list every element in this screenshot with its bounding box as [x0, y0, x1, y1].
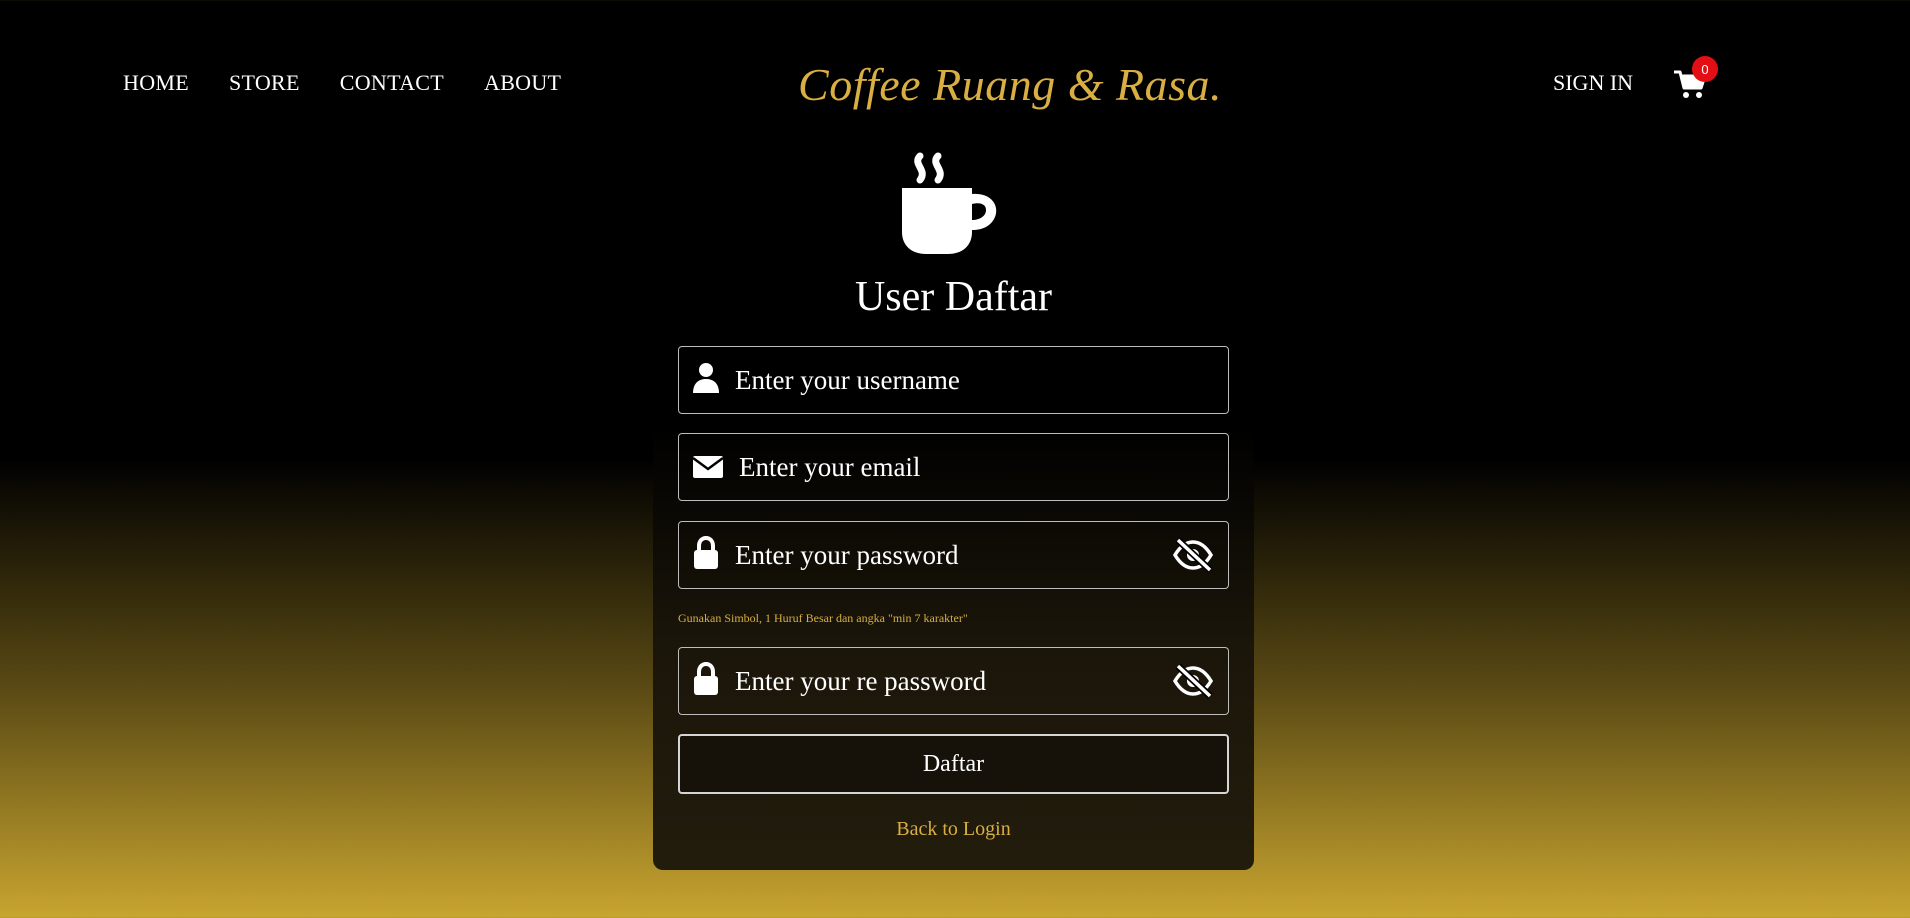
repassword-input[interactable] [735, 648, 1155, 714]
repassword-field [678, 647, 1229, 715]
user-icon [693, 363, 719, 393]
username-field [678, 346, 1229, 414]
envelope-icon [692, 456, 723, 478]
lock-icon [694, 662, 718, 695]
page-title: User Daftar [854, 274, 1053, 320]
email-field [678, 433, 1229, 501]
coffee-cup-icon [902, 152, 997, 254]
eye-slash-icon[interactable] [1172, 663, 1214, 699]
back-to-login-link[interactable]: Back to Login [653, 818, 1254, 841]
eye-slash-icon[interactable] [1172, 537, 1214, 573]
daftar-submit-button[interactable]: Daftar [678, 734, 1229, 794]
password-input[interactable] [735, 522, 1155, 588]
username-input[interactable] [735, 347, 1155, 413]
email-input[interactable] [739, 434, 1159, 500]
cart-count-badge: 0 [1692, 56, 1718, 82]
sign-in-link[interactable]: SIGN IN [1553, 70, 1633, 96]
password-hint: Gunakan Simbol, 1 Huruf Besar dan angka … [678, 611, 968, 625]
lock-icon [694, 536, 718, 569]
password-field [678, 521, 1229, 589]
